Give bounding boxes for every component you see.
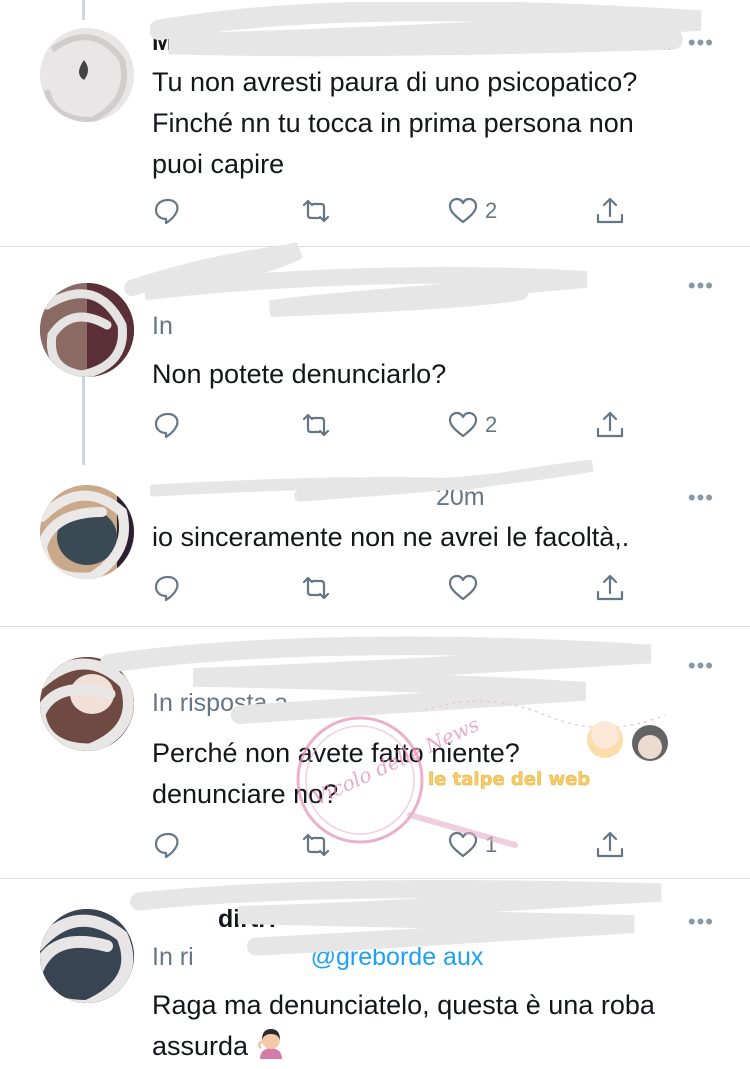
like-count: 2 bbox=[485, 198, 498, 223]
more-icon[interactable]: ••• bbox=[688, 655, 714, 677]
tweet-5[interactable]: dirti? ••• In ri @greborde aux Raga ma d… bbox=[0, 879, 750, 1069]
display-name[interactable]: M bbox=[152, 28, 173, 56]
scribble-redaction bbox=[40, 28, 134, 122]
speech-bubble-icon bbox=[154, 198, 179, 225]
tweet-actions: 2 bbox=[152, 193, 632, 229]
retweet-arrows-icon bbox=[302, 413, 330, 437]
avatar[interactable] bbox=[40, 909, 134, 1003]
share-upload-icon bbox=[596, 411, 624, 438]
more-icon[interactable]: ••• bbox=[688, 911, 714, 933]
retweet-button[interactable] bbox=[300, 827, 332, 863]
tweet-text: Raga ma denunciatelo, questa è una roba … bbox=[152, 985, 722, 1067]
share-upload-icon bbox=[596, 197, 624, 224]
more-icon[interactable]: ••• bbox=[688, 487, 714, 509]
tweet-4[interactable]: In risposta a ••• Perché non avete fatto… bbox=[0, 627, 750, 878]
tweet-text-content: Raga ma denunciatelo, questa è una roba … bbox=[152, 990, 655, 1061]
avatar[interactable] bbox=[40, 485, 134, 579]
share-button[interactable] bbox=[594, 193, 626, 229]
heart-icon bbox=[448, 197, 478, 224]
scribble-redaction bbox=[40, 485, 134, 579]
heart-icon bbox=[448, 411, 478, 438]
scribble-redaction bbox=[40, 657, 134, 751]
tweet-3[interactable]: 20m ••• io sinceramente non ne avrei le … bbox=[0, 459, 750, 625]
avatar[interactable] bbox=[40, 657, 134, 751]
retweet-button[interactable] bbox=[300, 193, 332, 229]
timestamp[interactable]: 20m bbox=[436, 483, 485, 512]
handle-redaction bbox=[124, 242, 588, 317]
display-name[interactable]: dirti? bbox=[218, 905, 281, 933]
tweet-text: Perché non avete fatto niente? denunciar… bbox=[152, 738, 520, 809]
heart-icon bbox=[448, 574, 478, 601]
avatar[interactable] bbox=[40, 283, 134, 377]
share-button[interactable] bbox=[594, 407, 626, 443]
speech-bubble-icon bbox=[154, 575, 179, 602]
reply-context: In bbox=[152, 312, 173, 341]
tweet-actions bbox=[152, 570, 632, 606]
like-button[interactable]: 2 bbox=[447, 193, 497, 229]
speech-bubble-icon bbox=[154, 832, 179, 859]
more-icon[interactable]: ••• bbox=[688, 275, 714, 297]
tweet-header: dirti? bbox=[152, 905, 692, 937]
reply-prefix: In bbox=[152, 312, 173, 340]
retweet-button[interactable] bbox=[300, 407, 332, 443]
scribble-redaction bbox=[40, 909, 134, 1003]
tweet-header: 20m bbox=[152, 483, 692, 515]
reply-button[interactable] bbox=[152, 193, 184, 229]
tweet-text: Non potete denunciarlo? bbox=[152, 359, 447, 389]
retweet-arrows-icon bbox=[302, 199, 330, 223]
tweet-text: Tu non avresti paura di uno psicopatico?… bbox=[152, 67, 638, 179]
share-upload-icon bbox=[596, 574, 624, 601]
retweet-arrows-icon bbox=[302, 576, 330, 600]
timestamp[interactable]: 5h bbox=[644, 28, 672, 57]
tweet-actions: 2 bbox=[152, 407, 632, 443]
scribble-redaction bbox=[40, 283, 134, 377]
reply-handle[interactable]: @greborde aux bbox=[311, 943, 484, 971]
reply-context: In ri @greborde aux bbox=[152, 943, 483, 972]
retweet-arrows-icon bbox=[302, 833, 330, 857]
speech-bubble-icon bbox=[154, 412, 179, 439]
person-tipping-hand-emoji bbox=[257, 1029, 283, 1059]
tweet-actions: 1 bbox=[152, 827, 632, 863]
like-button[interactable]: 2 bbox=[447, 407, 497, 443]
reply-button[interactable] bbox=[152, 827, 184, 863]
share-button[interactable] bbox=[594, 570, 626, 606]
share-upload-icon bbox=[596, 831, 624, 858]
reply-prefix: In ri bbox=[152, 943, 194, 971]
reply-button[interactable] bbox=[152, 407, 184, 443]
like-count: 2 bbox=[485, 412, 498, 437]
tweet-1[interactable]: M 5h ••• Tu non avresti paura di uno psi… bbox=[0, 0, 750, 246]
heart-icon bbox=[448, 831, 478, 858]
retweet-button[interactable] bbox=[300, 570, 332, 606]
like-button[interactable] bbox=[447, 570, 485, 606]
reply-context: In risposta a bbox=[152, 689, 288, 718]
tweet-2[interactable]: In ••• Non potete denunciarlo? 2 bbox=[0, 242, 750, 467]
tweet-header: M 5h bbox=[152, 28, 692, 60]
like-count: 1 bbox=[485, 832, 498, 857]
avatar[interactable] bbox=[40, 28, 134, 122]
like-button[interactable]: 1 bbox=[447, 827, 497, 863]
more-icon[interactable]: ••• bbox=[688, 32, 714, 54]
reply-prefix: In risposta a bbox=[152, 689, 289, 717]
reply-button[interactable] bbox=[152, 570, 184, 606]
tweet-text: io sinceramente non ne avrei le facoltà,… bbox=[152, 522, 630, 552]
share-button[interactable] bbox=[594, 827, 626, 863]
